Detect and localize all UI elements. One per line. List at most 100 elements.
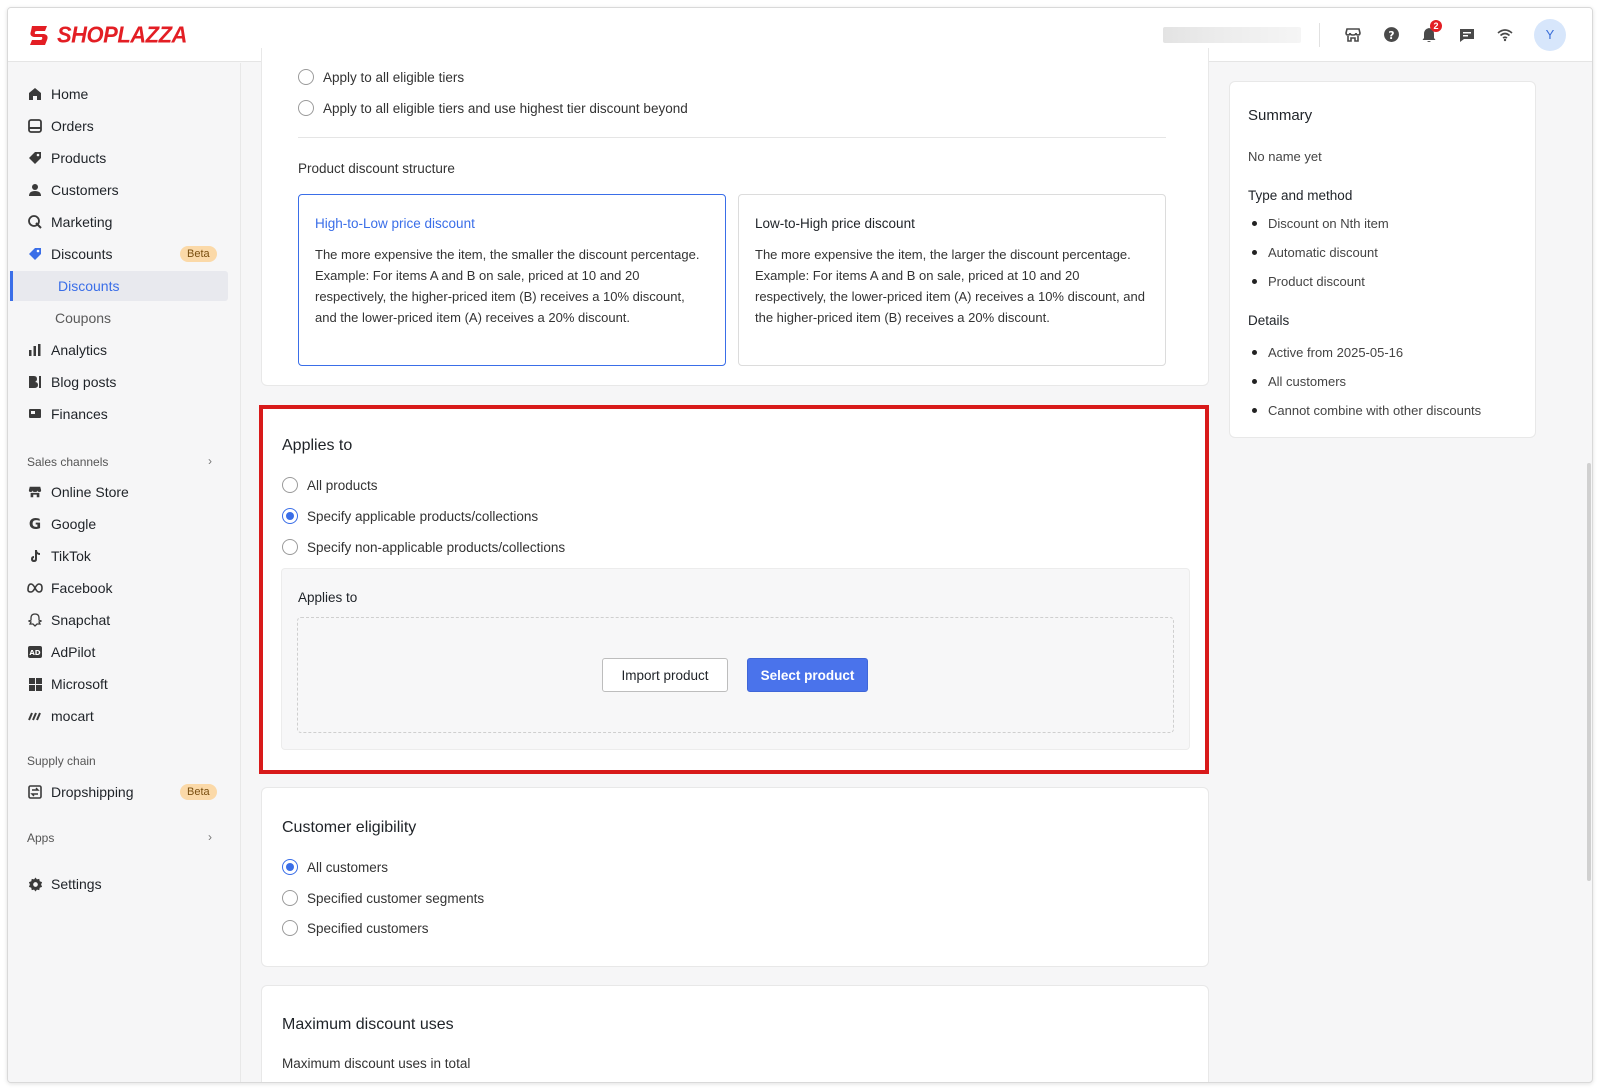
radio-button[interactable] xyxy=(298,100,314,116)
radio-specified-customers[interactable]: Specified customers xyxy=(282,920,429,936)
sidebar-item-orders[interactable]: Orders xyxy=(8,111,241,141)
summary-item: All customers xyxy=(1252,374,1346,389)
supply-chain-label: Supply chain xyxy=(27,754,96,768)
sidebar-item-facebook[interactable]: Facebook xyxy=(8,573,241,603)
mocart-icon xyxy=(27,708,43,724)
sidebar-item-finances[interactable]: Finances xyxy=(8,399,241,429)
radio-button-selected[interactable] xyxy=(282,859,298,875)
structure-label: Product discount structure xyxy=(298,161,455,176)
summary-item: Discount on Nth item xyxy=(1252,216,1389,231)
sidebar: Home Orders Products Customers Marketing… xyxy=(8,63,241,1082)
sidebar-subitem-discounts[interactable]: Discounts xyxy=(10,271,228,301)
store-icon[interactable] xyxy=(1334,16,1372,54)
customer-eligibility-card: Customer eligibility All customers Speci… xyxy=(261,787,1209,967)
radio-button[interactable] xyxy=(298,69,314,85)
blog-icon xyxy=(27,374,43,390)
option-description: The more expensive the item, the smaller… xyxy=(315,247,700,262)
summary-panel: Summary No name yet Type and method Disc… xyxy=(1229,81,1536,438)
scrollbar[interactable] xyxy=(1587,463,1591,881)
max-uses-card: Maximum discount uses Maximum discount u… xyxy=(261,985,1209,1082)
radio-button[interactable] xyxy=(282,890,298,906)
brand-logo[interactable]: SHOPLAZZA xyxy=(27,20,187,48)
orders-icon xyxy=(27,118,43,134)
max-uses-label: Maximum discount uses in total xyxy=(282,1056,471,1071)
sidebar-item-dropshipping[interactable]: Dropshipping Beta xyxy=(8,777,241,807)
sidebar-item-microsoft[interactable]: Microsoft xyxy=(8,669,241,699)
option-example: Example: For items A and B on sale, pric… xyxy=(315,268,685,325)
summary-item: Active from 2025-05-16 xyxy=(1252,345,1403,360)
radio-all-customers[interactable]: All customers xyxy=(282,859,388,875)
snapchat-icon xyxy=(27,612,43,628)
notification-badge: 2 xyxy=(1430,19,1442,32)
sidebar-item-mocart[interactable]: mocart xyxy=(8,701,241,731)
option-title: High-to-Low price discount xyxy=(315,216,475,231)
summary-item: Cannot combine with other discounts xyxy=(1252,403,1481,418)
radio-all-eligible-tiers[interactable]: Apply to all eligible tiers xyxy=(298,69,464,85)
sidebar-item-snapchat[interactable]: Snapchat xyxy=(8,605,241,635)
tag-icon xyxy=(27,150,43,166)
summary-title: Summary xyxy=(1248,107,1313,124)
svg-text:?: ? xyxy=(1388,29,1394,42)
option-description: The more expensive the item, the larger … xyxy=(755,247,1131,262)
sidebar-item-blog-posts[interactable]: Blog posts xyxy=(8,367,241,397)
sidebar-item-google[interactable]: G Google xyxy=(8,509,241,539)
summary-details-heading: Details xyxy=(1248,313,1290,328)
highlight-annotation xyxy=(259,405,1209,774)
sidebar-item-analytics[interactable]: Analytics xyxy=(8,335,241,365)
summary-item: Automatic discount xyxy=(1252,245,1378,260)
help-icon[interactable]: ? xyxy=(1372,16,1410,54)
redacted-store-name xyxy=(1163,26,1301,43)
svg-text:AD: AD xyxy=(29,649,40,657)
sales-channels-label: Sales channels xyxy=(27,455,109,469)
adpilot-icon: AD xyxy=(27,644,43,660)
wifi-icon[interactable] xyxy=(1486,16,1524,54)
app-window: SHOPLAZZA ? 2 Y Home Orders Products Cus… xyxy=(7,7,1593,1083)
gear-icon xyxy=(27,876,43,892)
home-icon xyxy=(27,86,43,102)
sidebar-item-tiktok[interactable]: TikTok xyxy=(8,541,241,571)
sidebar-item-adpilot[interactable]: AD AdPilot xyxy=(8,637,241,667)
low-to-high-option[interactable]: Low-to-High price discount The more expe… xyxy=(738,194,1166,366)
sidebar-item-home[interactable]: Home xyxy=(8,79,241,109)
avatar[interactable]: Y xyxy=(1534,18,1566,51)
apps-label: Apps xyxy=(27,831,55,845)
person-icon xyxy=(27,182,43,198)
bar-chart-icon xyxy=(27,342,43,358)
chevron-right-icon[interactable]: › xyxy=(208,454,212,468)
sidebar-item-settings[interactable]: Settings xyxy=(8,869,241,899)
radio-button[interactable] xyxy=(282,920,298,936)
google-icon: G xyxy=(28,515,42,533)
discount-tiers-card: Apply to all eligible tiers Apply to all… xyxy=(261,48,1209,386)
high-to-low-option[interactable]: High-to-Low price discount The more expe… xyxy=(298,194,726,366)
tiktok-icon xyxy=(27,548,43,564)
chevron-right-icon[interactable]: › xyxy=(208,830,212,844)
message-icon[interactable] xyxy=(1448,16,1486,54)
sidebar-item-discounts[interactable]: Discounts Beta xyxy=(8,239,241,269)
radio-highest-tier-beyond[interactable]: Apply to all eligible tiers and use high… xyxy=(298,100,688,116)
beta-badge: Beta xyxy=(180,784,217,800)
marketing-icon xyxy=(27,214,43,230)
discount-icon xyxy=(27,246,43,262)
sidebar-item-customers[interactable]: Customers xyxy=(8,175,241,205)
summary-name: No name yet xyxy=(1248,149,1322,164)
sidebar-item-online-store[interactable]: Online Store xyxy=(8,477,241,507)
sidebar-item-marketing[interactable]: Marketing xyxy=(8,207,241,237)
brand-name: SHOPLAZZA xyxy=(57,20,187,48)
finance-icon xyxy=(27,406,43,422)
logo-icon xyxy=(27,22,53,48)
microsoft-icon xyxy=(27,676,43,692)
sidebar-item-products[interactable]: Products xyxy=(8,143,241,173)
section-title: Maximum discount uses xyxy=(282,1016,454,1033)
summary-item: Product discount xyxy=(1252,274,1365,289)
beta-badge: Beta xyxy=(180,246,217,262)
radio-customer-segments[interactable]: Specified customer segments xyxy=(282,890,484,906)
section-title: Customer eligibility xyxy=(282,819,417,836)
sidebar-subitem-coupons[interactable]: Coupons xyxy=(8,303,241,333)
option-title: Low-to-High price discount xyxy=(755,216,915,231)
meta-icon xyxy=(27,580,43,596)
summary-type-heading: Type and method xyxy=(1248,188,1353,203)
option-example: Example: For items A and B on sale, pric… xyxy=(755,268,1145,325)
bell-icon[interactable]: 2 xyxy=(1410,16,1448,54)
dropshipping-icon xyxy=(27,784,43,800)
store-icon xyxy=(27,484,43,500)
